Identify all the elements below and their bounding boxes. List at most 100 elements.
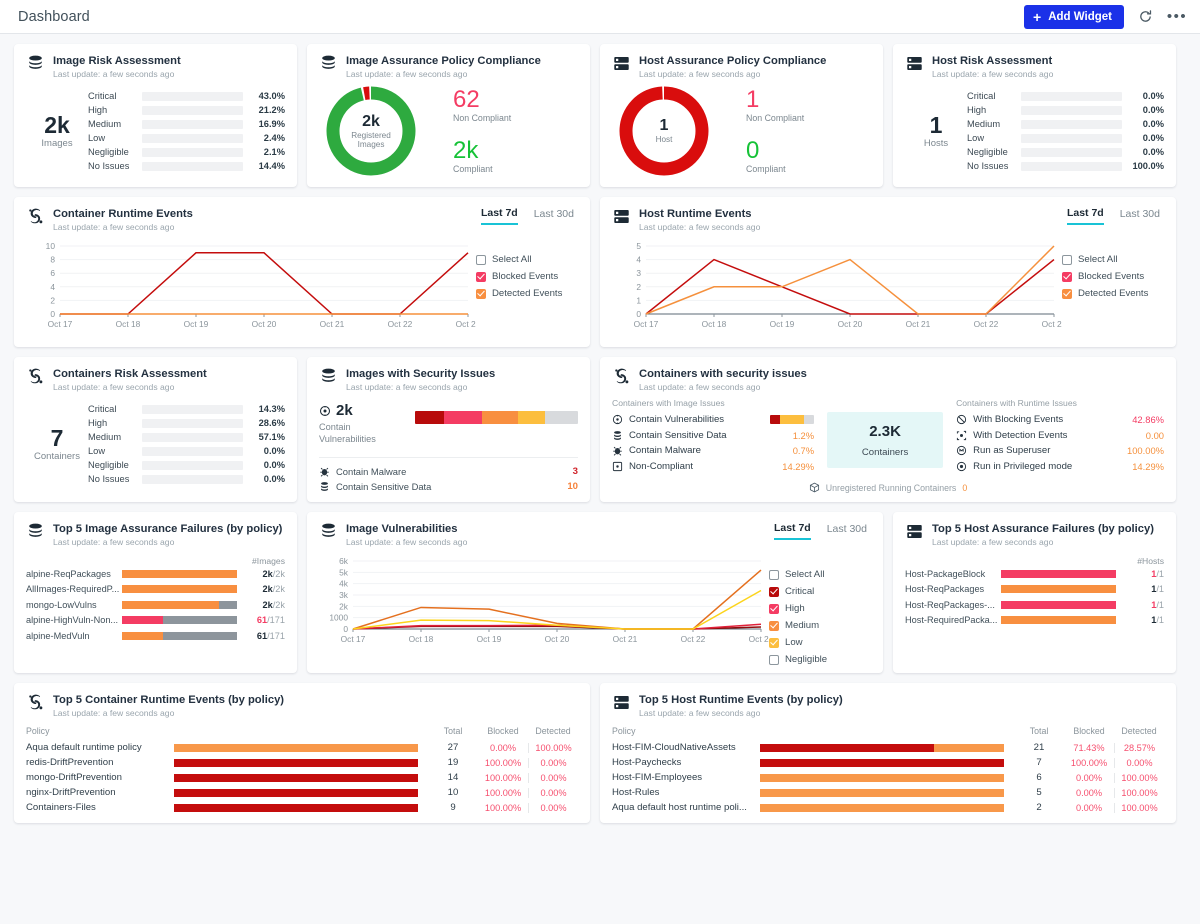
runtime-bar-segment (174, 803, 418, 812)
checkbox[interactable] (769, 620, 779, 631)
top5-row[interactable]: AllImages-RequiredP... 2k/2k (26, 582, 285, 598)
runtime-event-row[interactable]: Host-Paychecks 7 100.00% 0.00% (612, 755, 1164, 770)
more-options-icon[interactable]: ••• (1166, 6, 1188, 28)
risk-row[interactable]: Negligible 0.0% (88, 458, 285, 472)
checkbox[interactable] (769, 603, 779, 614)
runtime-bar (174, 743, 418, 752)
tab-last-7d[interactable]: Last 7d (773, 522, 811, 540)
checkbox[interactable] (476, 288, 486, 299)
container-issue-row[interactable]: Contain Sensitive Data 1.2% (612, 428, 814, 444)
tab-last-30d[interactable]: Last 30d (534, 208, 574, 224)
risk-row[interactable]: Low 0.0% (967, 131, 1164, 145)
legend-item-high[interactable]: High (769, 603, 877, 614)
checkbox[interactable] (1062, 271, 1072, 282)
risk-row[interactable]: No Issues 0.0% (88, 472, 285, 486)
add-widget-button[interactable]: + Add Widget (1024, 4, 1124, 29)
checkbox[interactable] (476, 254, 486, 265)
tab-last-30d[interactable]: Last 30d (1120, 208, 1160, 224)
risk-row[interactable]: Negligible 2.1% (88, 145, 285, 159)
security-issue-row[interactable]: Contain Malware 3 (319, 464, 578, 479)
checkbox[interactable] (769, 586, 779, 597)
card-subtitle: Last update: a few seconds ago (53, 382, 175, 392)
risk-row[interactable]: Critical 43.0% (88, 89, 285, 103)
runtime-event-row[interactable]: redis-DriftPrevention 19 100.00% 0.00% (26, 755, 578, 770)
top5-row[interactable]: alpine-MedVuln 61/171 (26, 628, 285, 644)
top5-row[interactable]: Host-ReqPackages-... 1/1 (905, 597, 1164, 613)
tab-last-7d[interactable]: Last 7d (1066, 207, 1104, 225)
legend-item-select-all[interactable]: Select All (476, 254, 584, 265)
risk-row[interactable]: Critical 0.0% (967, 89, 1164, 103)
risk-row-percent: 2.1% (263, 147, 285, 157)
host-server-icon (905, 522, 924, 541)
runtime-event-row[interactable]: Host-FIM-Employees 6 0.00% 100.00% (612, 770, 1164, 785)
container-issue-row[interactable]: Contain Vulnerabilities (612, 412, 815, 428)
top5-row[interactable]: alpine-ReqPackages 2k/2k (26, 566, 285, 582)
risk-row[interactable]: Critical 14.3% (88, 402, 285, 416)
checkbox[interactable] (1062, 254, 1072, 265)
svg-text:10: 10 (46, 241, 56, 251)
legend-item-low[interactable]: Low (769, 637, 877, 648)
legend-item-select-all[interactable]: Select All (1062, 254, 1170, 265)
risk-row[interactable]: No Issues 100.0% (967, 159, 1164, 173)
tab-last-7d[interactable]: Last 7d (480, 207, 518, 225)
legend-item-critical[interactable]: Critical (769, 586, 877, 597)
legend-item-detected-events[interactable]: Detected Events (476, 288, 584, 299)
legend-item-select-all[interactable]: Select All (769, 569, 877, 580)
checkbox[interactable] (1062, 288, 1072, 299)
top5-row[interactable]: Host-PackageBlock 1/1 (905, 566, 1164, 582)
severity-segment (779, 415, 805, 425)
image-layers-icon (26, 522, 45, 541)
risk-row[interactable]: Negligible 0.0% (967, 145, 1164, 159)
container-issue-row[interactable]: Run in Privileged mode 14.29% (956, 459, 1164, 475)
checkbox[interactable] (769, 654, 779, 665)
risk-row[interactable]: Low 2.4% (88, 131, 285, 145)
runtime-event-row[interactable]: Host-Rules 5 0.00% 100.00% (612, 785, 1164, 800)
risk-row[interactable]: High 21.2% (88, 103, 285, 117)
container-issue-row[interactable]: Contain Malware 0.7% (612, 443, 814, 459)
runtime-event-row[interactable]: Aqua default runtime policy 27 0.00% 100.00… (26, 740, 578, 755)
container-issue-row[interactable]: Non-Compliant 14.29% (612, 459, 814, 475)
top5-count-total: 171 (269, 615, 285, 626)
runtime-event-row[interactable]: Host-FIM-CloudNativeAssets 21 71.43% 28.57% (612, 740, 1164, 755)
risk-row[interactable]: No Issues 14.4% (88, 159, 285, 173)
runtime-event-row[interactable]: mongo-DriftPrevention 14 100.00% 0.00% (26, 770, 578, 785)
container-issue-row[interactable]: Run as Superuser 100.00% (956, 443, 1164, 459)
compliance-donut: 1 Host (616, 83, 712, 179)
container-issue-row[interactable]: With Detection Events 0.00 (956, 428, 1164, 444)
top5-row[interactable]: alpine-HighVuln-Non... 61/171 (26, 613, 285, 629)
runtime-blocked-pct: 100.00% (484, 772, 522, 783)
containers-issues-diagram: Containers with Image Issues Contain Vul… (612, 398, 1164, 474)
risk-row[interactable]: Medium 0.0% (967, 117, 1164, 131)
refresh-icon[interactable] (1134, 6, 1156, 28)
tab-last-30d[interactable]: Last 30d (827, 523, 867, 539)
legend-item-detected-events[interactable]: Detected Events (1062, 288, 1170, 299)
runtime-event-row[interactable]: nginx-DriftPrevention 10 100.00% 0.00% (26, 785, 578, 800)
legend-item-blocked-events[interactable]: Blocked Events (1062, 271, 1170, 282)
top5-row[interactable]: mongo-LowVulns 2k/2k (26, 597, 285, 613)
runtime-event-row[interactable]: Aqua default host runtime poli... 2 0.00% 1… (612, 800, 1164, 815)
compliant-stat: 0 Compliant (746, 139, 804, 175)
checkbox[interactable] (769, 569, 779, 580)
risk-total: 7 Containers (26, 426, 88, 462)
security-issue-row[interactable]: Contain Sensitive Data 10 (319, 479, 578, 494)
legend-item-medium[interactable]: Medium (769, 620, 877, 631)
runtime-bar-segment (174, 743, 418, 752)
risk-row[interactable]: Medium 57.1% (88, 430, 285, 444)
runtime-event-row[interactable]: Containers-Files 9 100.00% 0.00% (26, 800, 578, 815)
legend-label: Blocked Events (492, 271, 559, 282)
risk-row[interactable]: Low 0.0% (88, 444, 285, 458)
runtime-bar-segment (760, 743, 935, 752)
risk-row[interactable]: High 0.0% (967, 103, 1164, 117)
legend-item-blocked-events[interactable]: Blocked Events (476, 271, 584, 282)
legend-item-negligible[interactable]: Negligible (769, 654, 877, 665)
top5-row[interactable]: Host-ReqPackages 1/1 (905, 582, 1164, 598)
checkbox[interactable] (769, 637, 779, 648)
container-issue-label: Non-Compliant (629, 460, 693, 472)
risk-row[interactable]: Medium 16.9% (88, 117, 285, 131)
host-server-icon (612, 693, 631, 712)
card-image-assurance-policy-compliance: Image Assurance Policy Compliance Last u… (307, 44, 590, 187)
top5-row[interactable]: Host-RequiredPacka... 1/1 (905, 613, 1164, 629)
checkbox[interactable] (476, 271, 486, 282)
container-issue-row[interactable]: With Blocking Events 42.86% (956, 412, 1164, 428)
risk-row[interactable]: High 28.6% (88, 416, 285, 430)
